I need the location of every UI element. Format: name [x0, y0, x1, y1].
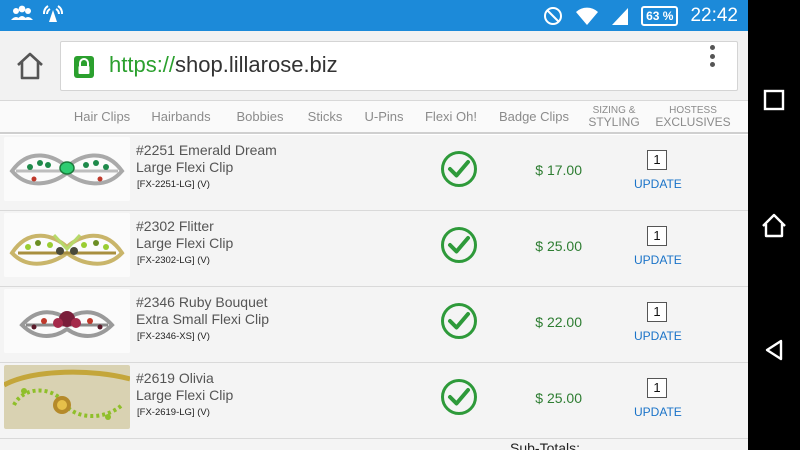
checkmark-icon: [441, 227, 477, 263]
lock-icon: [74, 56, 94, 78]
product-sku: [FX-2346-XS] (V): [137, 331, 210, 342]
back-button[interactable]: [748, 324, 800, 376]
url-text: https://shop.lillarose.biz: [109, 52, 338, 78]
cart-item-list: #2251 Emerald Dream Large Flexi Clip [FX…: [0, 135, 748, 450]
product-image: [4, 137, 130, 201]
product-type: Large Flexi Clip: [136, 235, 234, 251]
url-host: shop.lillarose.biz: [175, 52, 338, 77]
product-name[interactable]: #2346 Ruby Bouquet: [136, 294, 268, 310]
product-name[interactable]: #2619 Olivia: [136, 370, 214, 386]
update-link[interactable]: UPDATE: [634, 253, 682, 267]
product-sku: [FX-2251-LG] (V): [137, 179, 210, 190]
product-price: $ 25.00: [535, 390, 582, 406]
category-bobbies[interactable]: Bobbies: [228, 101, 292, 132]
home-outline-icon: [762, 213, 786, 238]
recents-icon: [763, 89, 785, 111]
product-price: $ 17.00: [535, 162, 582, 178]
recents-button[interactable]: [748, 74, 800, 126]
quantity-input[interactable]: 1: [647, 302, 667, 322]
product-price: $ 22.00: [535, 314, 582, 330]
status-bar: 63 % 22:42: [0, 0, 748, 31]
category-sizing-line2: STYLING: [588, 115, 640, 129]
browser-screen: 63 % 22:42 https://shop.lillarose.biz Ha…: [0, 0, 748, 450]
product-image: [4, 289, 130, 353]
category-nav: Hair Clips Hairbands Bobbies Sticks U-Pi…: [0, 101, 748, 134]
browser-toolbar: https://shop.lillarose.biz: [0, 31, 748, 101]
category-u-pins[interactable]: U-Pins: [358, 101, 410, 132]
cart-item-row: #2346 Ruby Bouquet Extra Small Flexi Cli…: [0, 287, 748, 363]
people-icon: [11, 5, 33, 20]
home-icon[interactable]: [14, 51, 46, 81]
wifi-icon: [576, 7, 599, 25]
battery-indicator: 63 %: [641, 5, 679, 26]
product-type: Large Flexi Clip: [136, 387, 234, 403]
category-sizing-styling[interactable]: SIZING & STYLING: [584, 101, 644, 132]
product-sku: [FX-2302-LG] (V): [137, 255, 210, 266]
home-system-button[interactable]: [748, 199, 800, 251]
category-hostess-line2: EXCLUSIVES: [655, 115, 731, 129]
category-hairbands[interactable]: Hairbands: [146, 101, 216, 132]
category-badge-clips[interactable]: Badge Clips: [494, 101, 574, 132]
cart-item-row: #2302 Flitter Large Flexi Clip [FX-2302-…: [0, 211, 748, 287]
product-type: Large Flexi Clip: [136, 159, 234, 175]
cart-item-row: #2619 Olivia Large Flexi Clip [FX-2619-L…: [0, 363, 748, 439]
do-not-disturb-icon: [544, 6, 563, 25]
category-sticks[interactable]: Sticks: [302, 101, 348, 132]
checkmark-icon: [441, 151, 477, 187]
product-name[interactable]: #2302 Flitter: [136, 218, 214, 234]
subtotals-label: Sub-Totals:: [510, 440, 581, 450]
system-navigation-bar: [748, 0, 800, 450]
address-bar[interactable]: https://shop.lillarose.biz: [60, 41, 738, 91]
cell-signal-icon: [612, 7, 629, 25]
url-scheme: https://: [109, 52, 176, 77]
product-name[interactable]: #2251 Emerald Dream: [136, 142, 277, 158]
update-link[interactable]: UPDATE: [634, 405, 682, 419]
back-triangle-icon: [765, 339, 783, 361]
category-hostess-exclusives[interactable]: HOSTESS EXCLUSIVES: [652, 101, 734, 132]
overflow-menu-icon[interactable]: [702, 43, 722, 69]
product-image: [4, 213, 130, 277]
product-sku: [FX-2619-LG] (V): [137, 407, 210, 418]
update-link[interactable]: UPDATE: [634, 177, 682, 191]
quantity-input[interactable]: 1: [647, 378, 667, 398]
product-price: $ 25.00: [535, 238, 582, 254]
quantity-input[interactable]: 1: [647, 150, 667, 170]
update-link[interactable]: UPDATE: [634, 329, 682, 343]
product-type: Extra Small Flexi Clip: [136, 311, 270, 327]
checkmark-icon: [441, 303, 477, 339]
product-image: [4, 365, 130, 429]
clock: 22:42: [690, 4, 738, 26]
category-flexi-oh[interactable]: Flexi Oh!: [418, 101, 484, 132]
quantity-input[interactable]: 1: [647, 226, 667, 246]
checkmark-icon: [441, 379, 477, 415]
category-hair-clips[interactable]: Hair Clips: [66, 101, 138, 132]
cart-item-row: #2251 Emerald Dream Large Flexi Clip [FX…: [0, 135, 748, 211]
signal-broadcast-icon: [43, 5, 63, 22]
